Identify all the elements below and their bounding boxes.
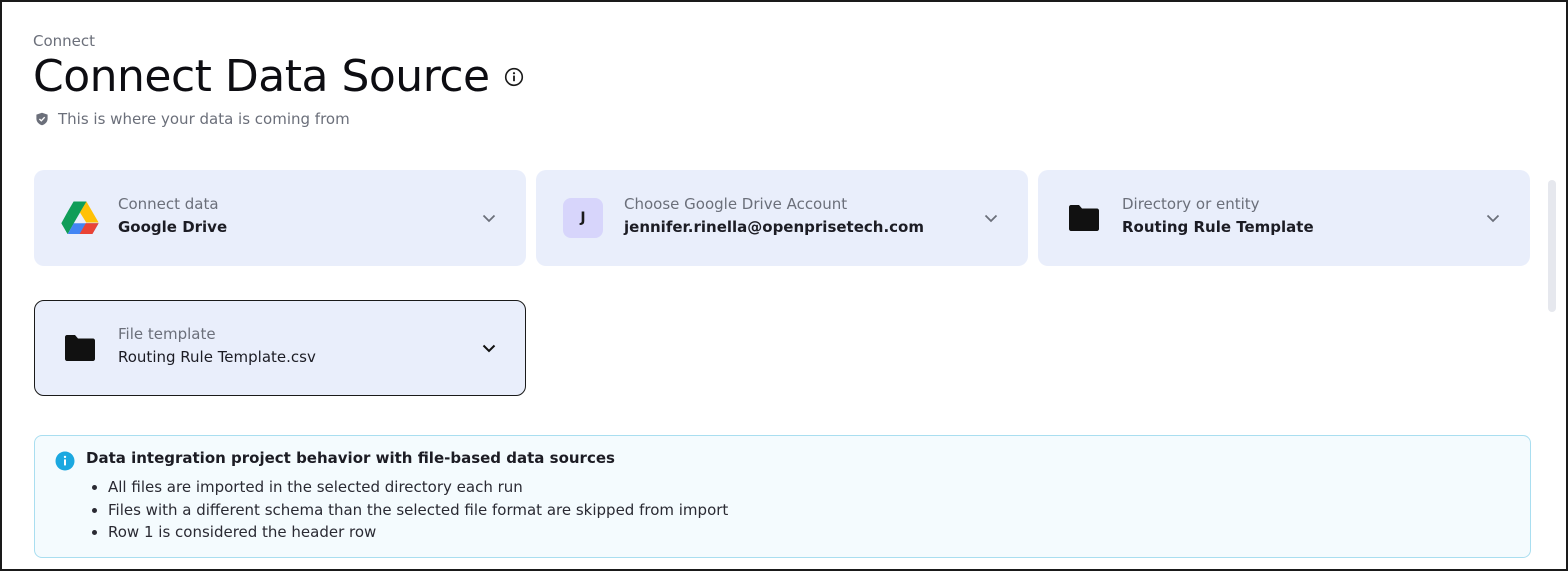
- info-icon[interactable]: [504, 67, 524, 87]
- file-template-dropdown[interactable]: File template Routing Rule Template.csv: [34, 300, 526, 396]
- file-template-value: Routing Rule Template.csv: [118, 348, 316, 366]
- list-item: Row 1 is considered the header row: [108, 521, 728, 544]
- chevron-down-icon[interactable]: [480, 209, 498, 227]
- subtitle-row: This is where your data is coming from: [35, 110, 350, 128]
- scrollbar[interactable]: [1548, 180, 1556, 312]
- avatar-initial: J: [563, 198, 603, 238]
- list-item: Files with a different schema than the s…: [108, 499, 728, 522]
- chevron-down-icon[interactable]: [982, 209, 1000, 227]
- connect-data-dropdown[interactable]: Connect data Google Drive: [34, 170, 526, 266]
- folder-icon: [64, 334, 96, 362]
- chevron-down-icon[interactable]: [1484, 209, 1502, 227]
- file-template-label: File template: [118, 325, 216, 343]
- page-title: Connect Data Source: [33, 51, 490, 102]
- breadcrumb[interactable]: Connect: [33, 32, 95, 50]
- google-drive-icon: [61, 201, 99, 235]
- folder-icon: [1068, 204, 1100, 232]
- page-subtitle: This is where your data is coming from: [58, 110, 350, 128]
- directory-dropdown[interactable]: Directory or entity Routing Rule Templat…: [1038, 170, 1530, 266]
- notice-title: Data integration project behavior with f…: [86, 449, 615, 467]
- info-icon: [55, 451, 75, 471]
- google-drive-account-dropdown[interactable]: J Choose Google Drive Account jennifer.r…: [536, 170, 1028, 266]
- directory-label: Directory or entity: [1122, 195, 1260, 213]
- directory-value: Routing Rule Template: [1122, 218, 1314, 236]
- shield-check-icon: [35, 112, 49, 126]
- connect-data-label: Connect data: [118, 195, 219, 213]
- chevron-down-icon[interactable]: [480, 339, 498, 357]
- avatar: J: [563, 198, 603, 238]
- title-row: Connect Data Source: [33, 52, 524, 102]
- account-value: jennifer.rinella@openprisetech.com: [624, 218, 924, 236]
- list-item: All files are imported in the selected d…: [108, 476, 728, 499]
- connect-data-value: Google Drive: [118, 218, 228, 236]
- account-label: Choose Google Drive Account: [624, 195, 848, 213]
- info-notice: Data integration project behavior with f…: [34, 435, 1531, 558]
- notice-list: All files are imported in the selected d…: [108, 476, 728, 544]
- page-frame: Connect Connect Data Source This is wher…: [0, 0, 1568, 571]
